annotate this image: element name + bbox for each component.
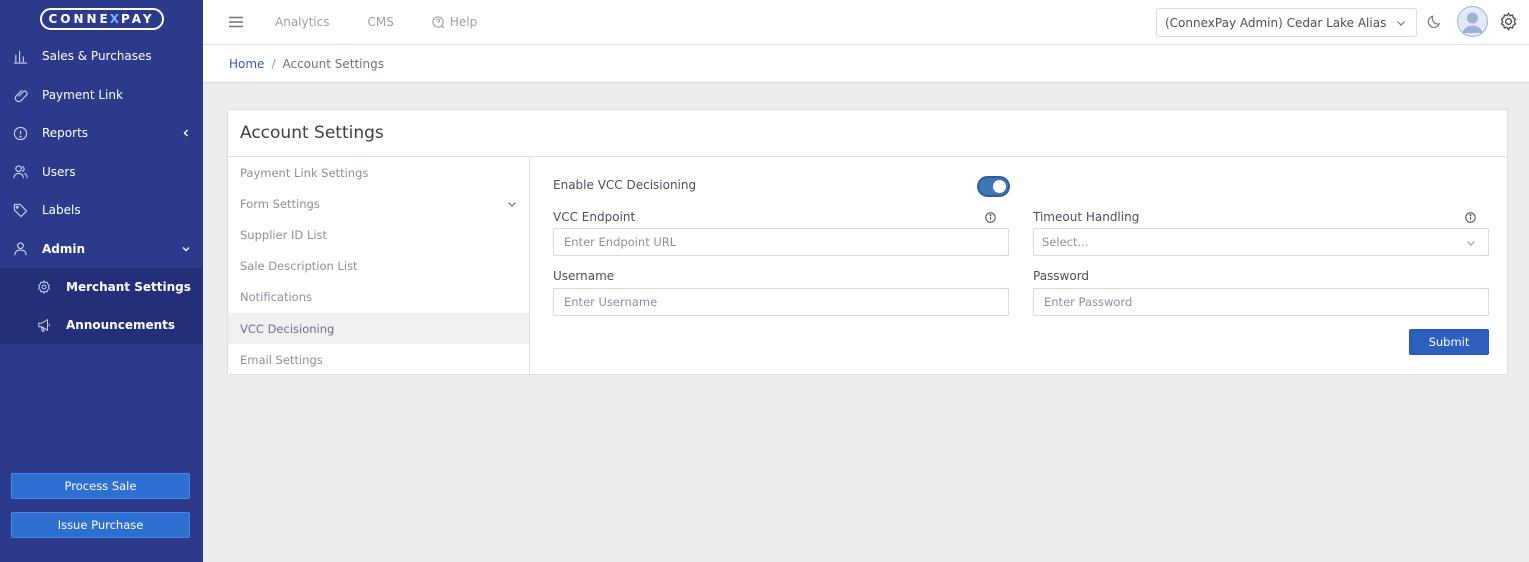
timeout-handling-select[interactable]: Select... xyxy=(1033,228,1489,256)
timeout-handling-label: Timeout Handling xyxy=(1033,210,1140,224)
top-nav-analytics[interactable]: Analytics xyxy=(275,15,330,29)
enable-vcc-toggle[interactable] xyxy=(977,176,1010,197)
username-label: Username xyxy=(553,269,615,283)
sidebar-item-label: Merchant Settings xyxy=(66,280,191,294)
username-input[interactable] xyxy=(553,288,1009,316)
breadcrumb-current: Account Settings xyxy=(282,56,384,71)
topbar: Analytics CMS Help (ConnexPay Admin) Ced… xyxy=(203,0,1529,45)
page-title: Account Settings xyxy=(228,110,1507,157)
settings-nav-label: Notifications xyxy=(240,290,312,305)
sidebar-item-label: Users xyxy=(42,164,76,179)
toggle-knob xyxy=(993,180,1006,193)
account-settings-card: Account Settings Payment Link Settings F… xyxy=(227,109,1508,375)
settings-nav-label: Supplier ID List xyxy=(240,227,328,242)
enable-vcc-label: Enable VCC Decisioning xyxy=(553,178,697,192)
hamburger-menu-icon[interactable] xyxy=(229,15,243,29)
vcc-endpoint-input[interactable] xyxy=(553,228,1009,256)
settings-nav-email-settings[interactable]: Email Settings xyxy=(228,344,529,375)
sidebar-item-payment-link[interactable]: Payment Link xyxy=(0,76,203,115)
settings-nav-label: Payment Link Settings xyxy=(240,165,369,180)
sidebar-item-announcements[interactable]: Announcements xyxy=(0,306,203,344)
sidebar-item-users[interactable]: Users xyxy=(0,153,203,192)
process-sale-button[interactable]: Process Sale xyxy=(11,473,190,499)
top-nav-cms[interactable]: CMS xyxy=(368,15,394,29)
settings-nav-notifications[interactable]: Notifications xyxy=(228,282,529,313)
help-icon xyxy=(432,15,445,28)
chevron-down-icon xyxy=(508,202,516,208)
chevron-down-icon xyxy=(1397,21,1405,26)
chevron-left-icon xyxy=(183,129,188,137)
sidebar-item-reports[interactable]: Reports xyxy=(0,114,203,153)
gear-icon xyxy=(36,279,52,295)
top-nav: Analytics CMS Help xyxy=(275,0,515,44)
top-nav-label: CMS xyxy=(367,15,394,29)
user-icon xyxy=(12,241,28,257)
settings-nav-label: Sale Description List xyxy=(240,259,358,274)
timeout-select-placeholder: Select... xyxy=(1042,235,1089,249)
settings-gear-icon[interactable] xyxy=(1499,12,1518,31)
settings-nav-sale-description-list[interactable]: Sale Description List xyxy=(228,251,529,282)
sidebar-nav: Sales & Purchases Payment Link Reports U… xyxy=(0,37,203,268)
settings-nav-label: Form Settings xyxy=(240,196,320,211)
sidebar: CONNE X PAY Sales & Purchases Payment Link… xyxy=(0,0,203,562)
info-icon[interactable] xyxy=(1465,212,1476,223)
sidebar-item-label: Announcements xyxy=(66,318,176,332)
admin-submenu: Merchant Settings Announcements xyxy=(0,268,203,344)
avatar[interactable] xyxy=(1457,6,1488,37)
password-label: Password xyxy=(1033,269,1090,283)
users-icon xyxy=(12,164,28,180)
sidebar-item-labels[interactable]: Labels xyxy=(0,191,203,230)
logo-text-left: CONNE xyxy=(48,11,111,26)
moon-icon[interactable] xyxy=(1427,14,1442,29)
breadcrumb-separator: / xyxy=(271,56,276,71)
settings-nav-vcc-decisioning[interactable]: VCC Decisioning xyxy=(228,312,529,345)
vcc-endpoint-label: VCC Endpoint xyxy=(553,210,636,224)
sidebar-item-label: Reports xyxy=(42,126,89,141)
sidebar-item-sales-purchases[interactable]: Sales & Purchases xyxy=(0,37,203,76)
settings-nav-label: Email Settings xyxy=(240,352,323,367)
bar-chart-icon xyxy=(12,48,28,64)
sidebar-item-label: Sales & Purchases xyxy=(42,49,152,64)
info-circle-icon xyxy=(12,125,28,141)
chevron-down-icon xyxy=(1467,241,1475,246)
tag-icon xyxy=(12,202,28,218)
top-nav-help[interactable]: Help xyxy=(432,15,477,29)
password-input[interactable] xyxy=(1033,288,1489,316)
user-avatar-icon xyxy=(1457,6,1488,37)
settings-nav-form-settings[interactable]: Form Settings xyxy=(228,188,529,219)
logo-text-right: PAY xyxy=(121,11,155,26)
settings-nav: Payment Link Settings Form Settings Supp… xyxy=(228,157,530,375)
submit-button[interactable]: Submit xyxy=(1409,329,1489,355)
sidebar-item-label: Labels xyxy=(42,203,81,218)
sidebar-item-merchant-settings[interactable]: Merchant Settings xyxy=(0,268,203,306)
merchant-select[interactable]: (ConnexPay Admin) Cedar Lake Alias xyxy=(1156,8,1417,37)
connexpay-logo[interactable]: CONNE X PAY xyxy=(39,7,164,30)
link-icon xyxy=(12,87,28,103)
top-nav-label: Help xyxy=(449,15,478,29)
settings-nav-payment-link-settings[interactable]: Payment Link Settings xyxy=(228,157,529,188)
logo-wrap: CONNE X PAY xyxy=(0,0,203,37)
megaphone-icon xyxy=(36,317,52,333)
merchant-select-value: (ConnexPay Admin) Cedar Lake Alias xyxy=(1165,15,1387,30)
sidebar-item-admin[interactable]: Admin xyxy=(0,230,203,269)
sidebar-item-label: Payment Link xyxy=(42,87,123,102)
breadcrumb-home[interactable]: Home xyxy=(229,57,264,71)
settings-nav-supplier-id-list[interactable]: Supplier ID List xyxy=(228,219,529,250)
chevron-down-icon xyxy=(182,246,190,252)
sidebar-item-label: Admin xyxy=(42,241,86,256)
info-icon[interactable] xyxy=(985,212,996,223)
settings-nav-label: VCC Decisioning xyxy=(240,321,335,336)
breadcrumb: Home / Account Settings xyxy=(203,45,1529,83)
vcc-decisioning-form: Enable VCC Decisioning VCC Endpoint Time… xyxy=(553,157,1489,375)
issue-purchase-button[interactable]: Issue Purchase xyxy=(11,512,190,538)
top-nav-label: Analytics xyxy=(275,15,330,29)
